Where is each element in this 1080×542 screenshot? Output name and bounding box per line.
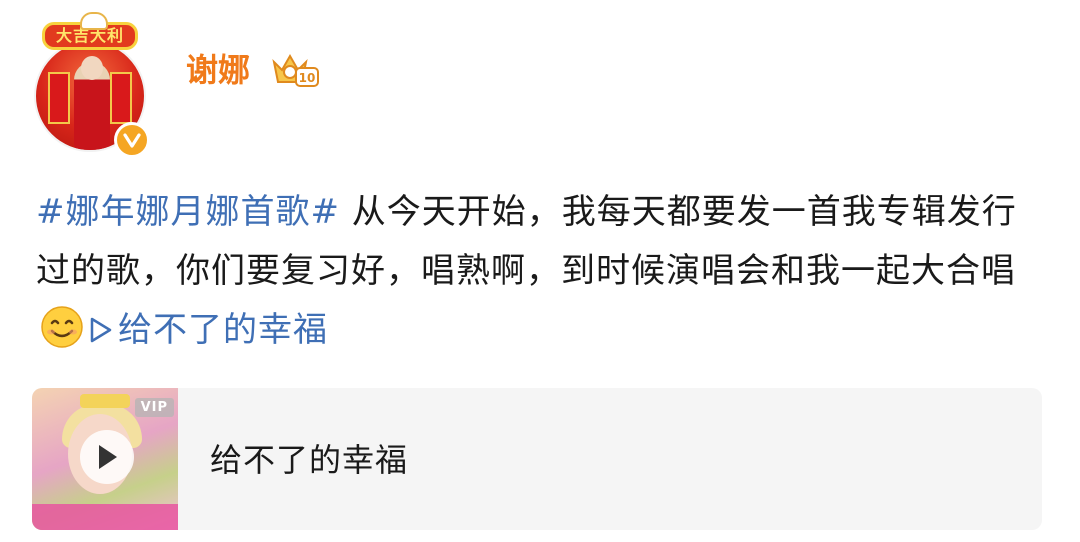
cover-title-strip [32,504,178,530]
crown-level-icon[interactable]: 10 [270,52,320,90]
avatar-face [81,56,103,80]
music-card[interactable]: VIP 给不了的幸福 [32,388,1042,530]
card-title: 给不了的幸福 [210,441,409,479]
topic-link[interactable]: #娜年娜月娜首歌# [36,192,340,232]
vip-tag: VIP [134,398,174,417]
avatar-decoration [110,72,132,124]
play-triangle-icon [88,305,114,343]
album-cover: VIP [32,388,178,530]
music-link[interactable]: 给不了的幸福 [88,310,328,350]
post-text: #娜年娜月娜首歌# 从今天开始，我每天都要发一首我专辑发行过的歌，你们要复习好，… [36,183,1046,360]
author-avatar[interactable]: 大吉大利 [30,12,158,158]
avatar-frame-cat-icon [80,12,108,30]
author-name[interactable]: 谢娜 [186,48,250,92]
smile-emoji [40,305,84,349]
play-icon[interactable] [80,430,134,484]
level-number: 10 [299,71,316,85]
verified-v-icon [114,122,150,158]
cover-crown [80,394,130,408]
music-link-label: 给不了的幸福 [118,310,328,350]
avatar-decoration [48,72,70,124]
